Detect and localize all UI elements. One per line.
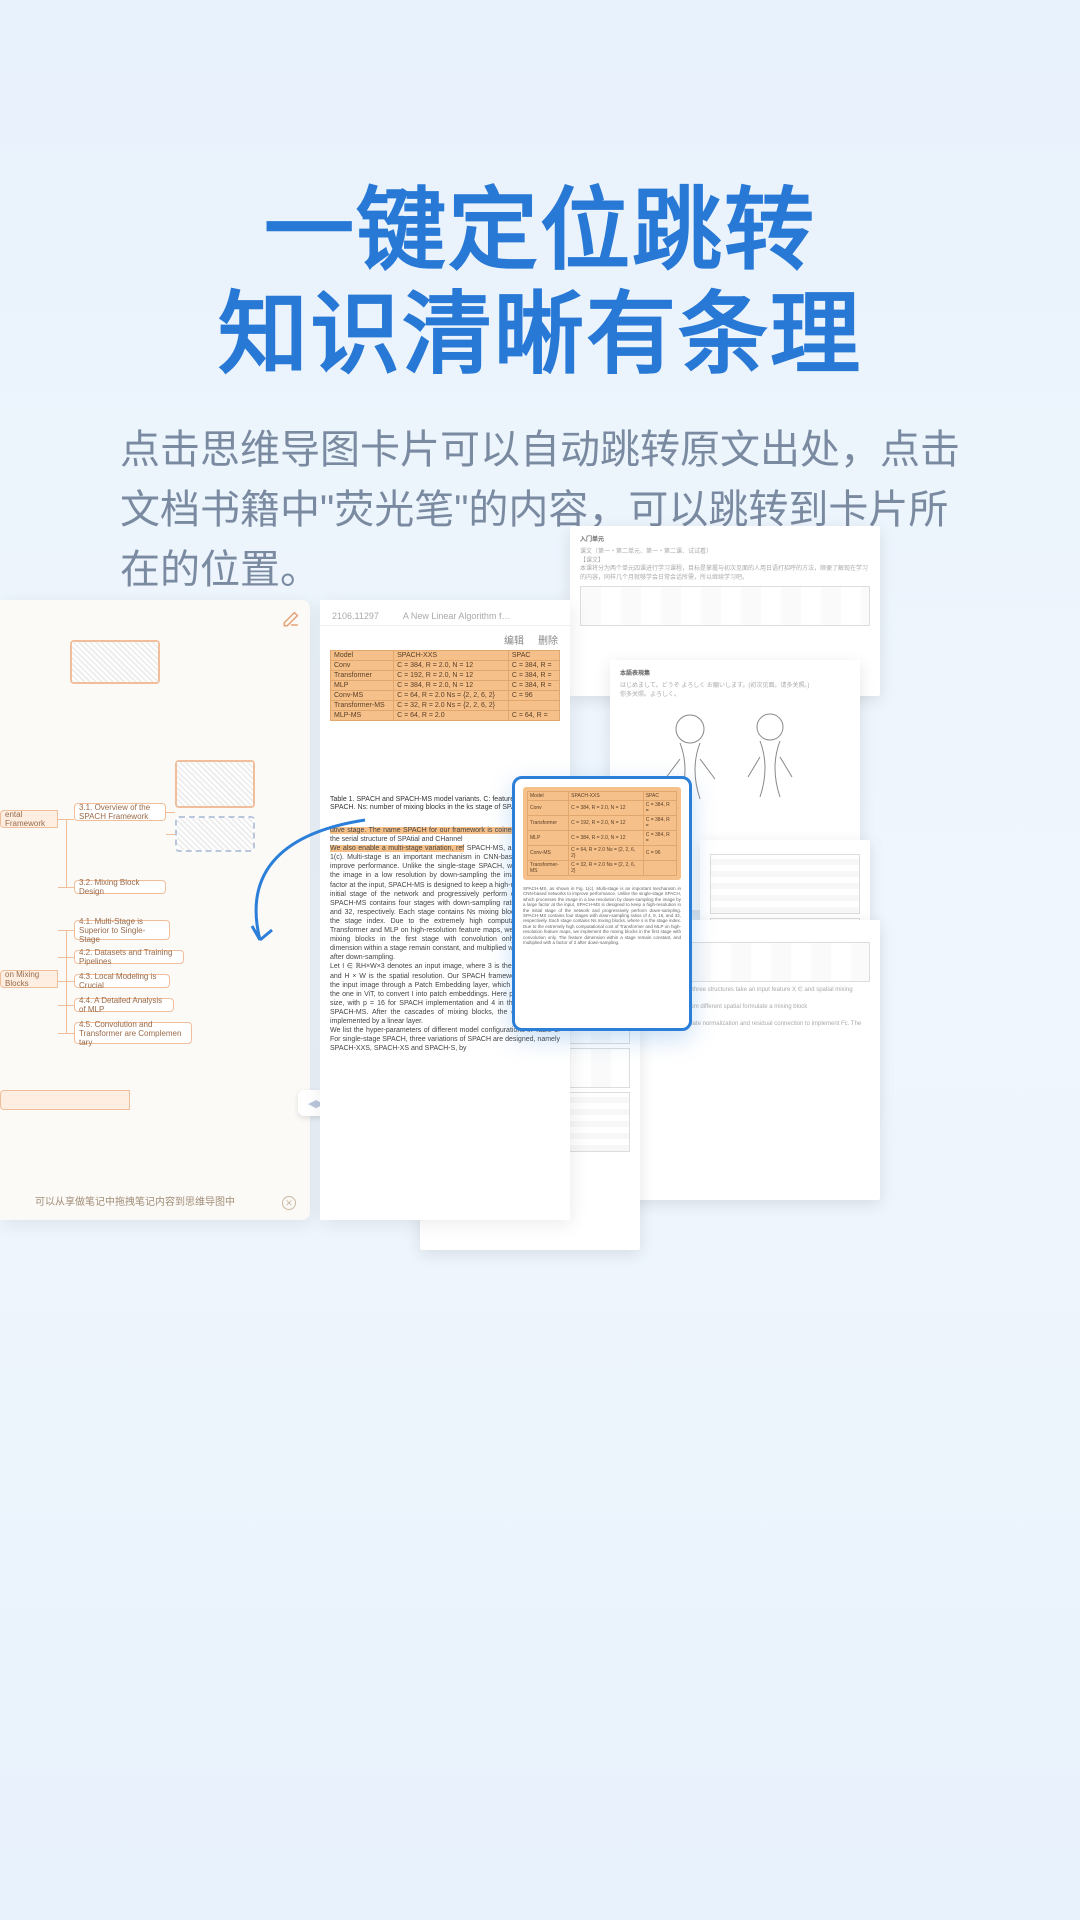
illustration-stage: 入门单元 课文（第一・第二单元、第一・第二课、试试看） 【课文】 本课将分为两个… [0, 540, 1080, 1920]
mindmap-notes-node[interactable]: on Mixing Blocks [0, 970, 58, 988]
delete-button[interactable]: 删除 [534, 630, 562, 649]
selected-card[interactable]: ModelSPACH-XXSSPAC ConvC = 384, R = 2.0,… [512, 776, 692, 1031]
card-text: SPACH-MS, as shown in Fig. 1(c). Multi-s… [523, 886, 681, 945]
mindmap-node-3-1[interactable]: 3.1. Overview of the SPACH Framework [74, 803, 166, 821]
card-table: ModelSPACH-XXSSPAC ConvC = 384, R = 2.0,… [523, 787, 681, 880]
mindmap-card-image-2[interactable] [175, 760, 255, 808]
mindmap-card-image-1[interactable] [70, 640, 160, 684]
mindmap-panel: ental Framework 3.1. Overview of the SPA… [0, 600, 310, 1220]
mindmap-card-selected[interactable] [175, 816, 255, 852]
edit-icon[interactable] [282, 610, 300, 628]
mindmap-root-node[interactable]: ental Framework [0, 810, 58, 828]
mindmap-node-4-4[interactable]: 4.4. A Detailed Analysis of MLP [74, 998, 174, 1012]
mindmap-node-3-2[interactable]: 3.2. Mixing Block Design [74, 880, 166, 894]
mindmap-hint: 可以从享做笔记中拖拽笔记内容到思维导图中 [0, 1193, 270, 1208]
tab-algorithm[interactable]: A New Linear Algorithm f… [397, 607, 517, 625]
headline-line1: 一键定位跳转 [0, 180, 1080, 284]
highlighted-table[interactable]: ModelSPACH-XXSSPAC ConvC = 384, R = 2.0,… [330, 650, 560, 721]
headline-line2: 知识清晰有条理 [0, 284, 1080, 388]
edit-button[interactable]: 编辑 [500, 630, 528, 649]
mindmap-bottom-node[interactable] [0, 1090, 130, 1110]
mindmap-node-4-3[interactable]: 4.3. Local Modeling is Crucial [74, 974, 170, 988]
tab-2106[interactable]: 2106.11297 [326, 607, 385, 625]
document-tabs: 2106.11297 A New Linear Algorithm f… [320, 600, 570, 626]
mindmap-node-4-5[interactable]: 4.5. Convolution and Transformer are Com… [74, 1022, 192, 1044]
mindmap-node-4-1[interactable]: 4.1. Multi-Stage is Superior to Single-S… [74, 920, 170, 940]
headline: 一键定位跳转 知识清晰有条理 [0, 180, 1080, 387]
mindmap-node-4-2[interactable]: 4.2. Datasets and Training Pipelines [74, 950, 184, 964]
close-icon[interactable]: ✕ [282, 1196, 296, 1210]
doc-actions: 编辑 删除 [500, 630, 562, 649]
